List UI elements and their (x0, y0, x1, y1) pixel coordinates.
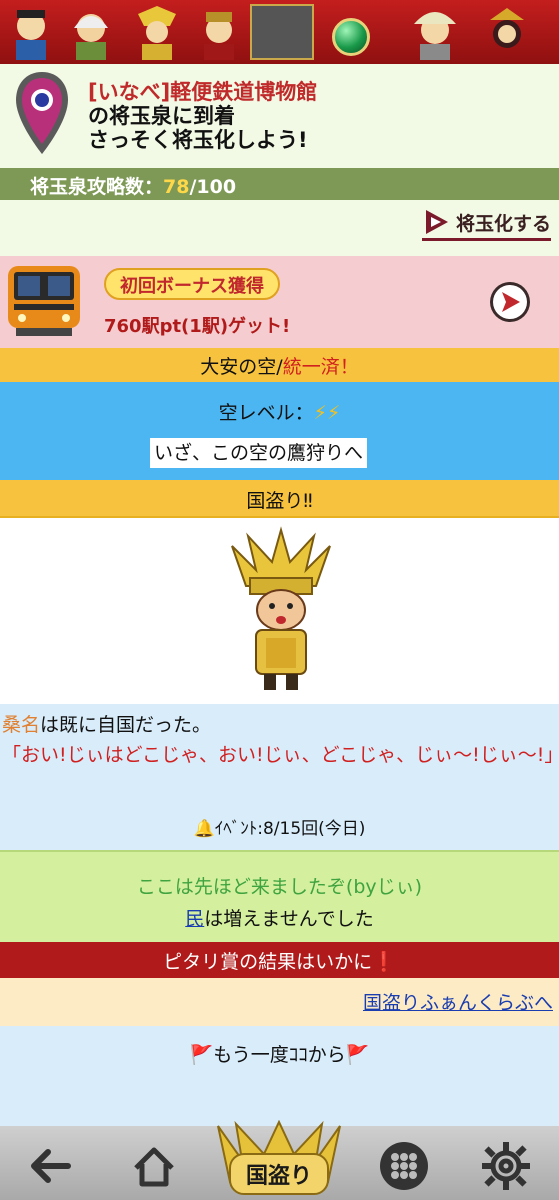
convert-row: 将玉化する (0, 200, 559, 256)
character-icon (74, 14, 108, 60)
pitari-banner: ピタリ賞の結果はいかに❗ (0, 942, 559, 978)
grid-menu-icon[interactable] (376, 1138, 432, 1194)
pitari-text: ピタリ賞の結果はいかに (163, 951, 373, 973)
logo-crest (250, 4, 314, 60)
convert-button[interactable]: 将玉化する (421, 208, 551, 241)
capture-label: 将玉泉攻略数： (30, 176, 164, 198)
retry-panel: 🚩もう一度ｺｺから🚩 (0, 1026, 559, 1126)
capture-count-bar: 将玉泉攻略数：78/100 (0, 168, 559, 200)
gear-icon[interactable] (478, 1138, 534, 1194)
falcon-hunt-button[interactable]: いざ、この空の鷹狩りへ (150, 438, 368, 468)
result-place[interactable]: 桑名 (2, 714, 40, 736)
header-banner[interactable] (0, 0, 559, 64)
convert-label: 将玉化する (455, 212, 551, 235)
back-arrow-icon[interactable] (22, 1138, 78, 1194)
result-quote: 「おい!じぃはどこじゃ、おい!じぃ、どこじゃ、じぃ～!じぃ～!」 (2, 744, 559, 766)
flag-icon: 🚩 (345, 1044, 370, 1066)
sky-title: 大安の空/統一済！ (0, 348, 559, 382)
event-value: :8/15回(今日) (257, 819, 366, 839)
kunidori-title: 国盗り‼ (0, 480, 559, 518)
play-arrow-icon (425, 210, 448, 234)
bottom-nav: 国盗り (0, 1119, 559, 1200)
bonus-badge: 初回ボーナス獲得 (104, 268, 280, 300)
fanclub-row: 国盗りふぁんくらぶへ (0, 978, 559, 1026)
event-counter: 🔔ｲﾍﾞﾝﾄ:8/15回(今日) (0, 814, 559, 839)
result-text: は既に自国だった。 (40, 714, 212, 736)
retry-button[interactable]: 🚩もう一度ｺｺから🚩 (0, 1040, 559, 1067)
people-link[interactable]: 民 (185, 908, 204, 930)
bell-icon: 🔔 (193, 819, 215, 839)
next-arrow-icon[interactable] (488, 280, 532, 324)
kunidori-result: 桑名は既に自国だった。 「おい!じぃはどこじゃ、おい!じぃ、どこじゃ、じぃ～!じ… (0, 704, 559, 850)
bonus-points: 760駅pt(1駅)ゲット! (104, 316, 291, 337)
character-icon (138, 6, 176, 60)
location-pin-icon (16, 72, 68, 154)
visited-panel: ここは先ほど来ましたぞ(byじぃ) 民は増えませんでした (0, 850, 559, 942)
character-icon (16, 10, 46, 60)
sky-status: 統一済！ (282, 356, 359, 378)
bonus-panel[interactable]: 初回ボーナス獲得 760駅pt(1駅)ゲット! (0, 256, 559, 348)
character-icon (204, 12, 234, 60)
sky-level: 空レベル：⚡⚡ (0, 398, 559, 425)
capture-total: /100 (189, 176, 237, 198)
character-icon (414, 12, 456, 60)
result-line: 桑名は既に自国だった。 (2, 710, 211, 737)
kunidori-nav-button[interactable]: 国盗り (212, 1119, 346, 1200)
fanclub-link[interactable]: 国盗りふぁんくらぶへ (363, 988, 553, 1015)
character-icon (490, 8, 524, 48)
exclamation-icon: ❗ (372, 951, 396, 973)
event-label: ｲﾍﾞﾝﾄ (214, 819, 258, 839)
warlord-character-icon (231, 526, 331, 690)
sky-level-label: 空レベル： (218, 402, 314, 424)
kunidori-nav-label: 国盗り (245, 1164, 312, 1189)
home-icon[interactable] (126, 1138, 182, 1194)
people-text: は増えませんでした (204, 908, 374, 930)
arrival-prompt: さっそく将玉化しよう! (88, 128, 308, 152)
visited-message: ここは先ほど来ましたぞ(byじぃ) (136, 876, 423, 898)
green-orb-icon[interactable] (332, 18, 370, 56)
lightning-icon: ⚡⚡ (313, 402, 341, 424)
sky-panel: 空レベル：⚡⚡ いざ、この空の鷹狩りへ (0, 382, 559, 480)
retry-label: もう一度ｺｺから (213, 1044, 346, 1066)
sky-name: 大安の空/ (200, 356, 283, 378)
people-message: 民は増えませんでした (0, 904, 559, 931)
flag-icon: 🚩 (189, 1044, 214, 1066)
capture-count: 78 (163, 176, 190, 198)
train-icon (8, 266, 80, 336)
kunidori-image-panel (0, 518, 559, 704)
